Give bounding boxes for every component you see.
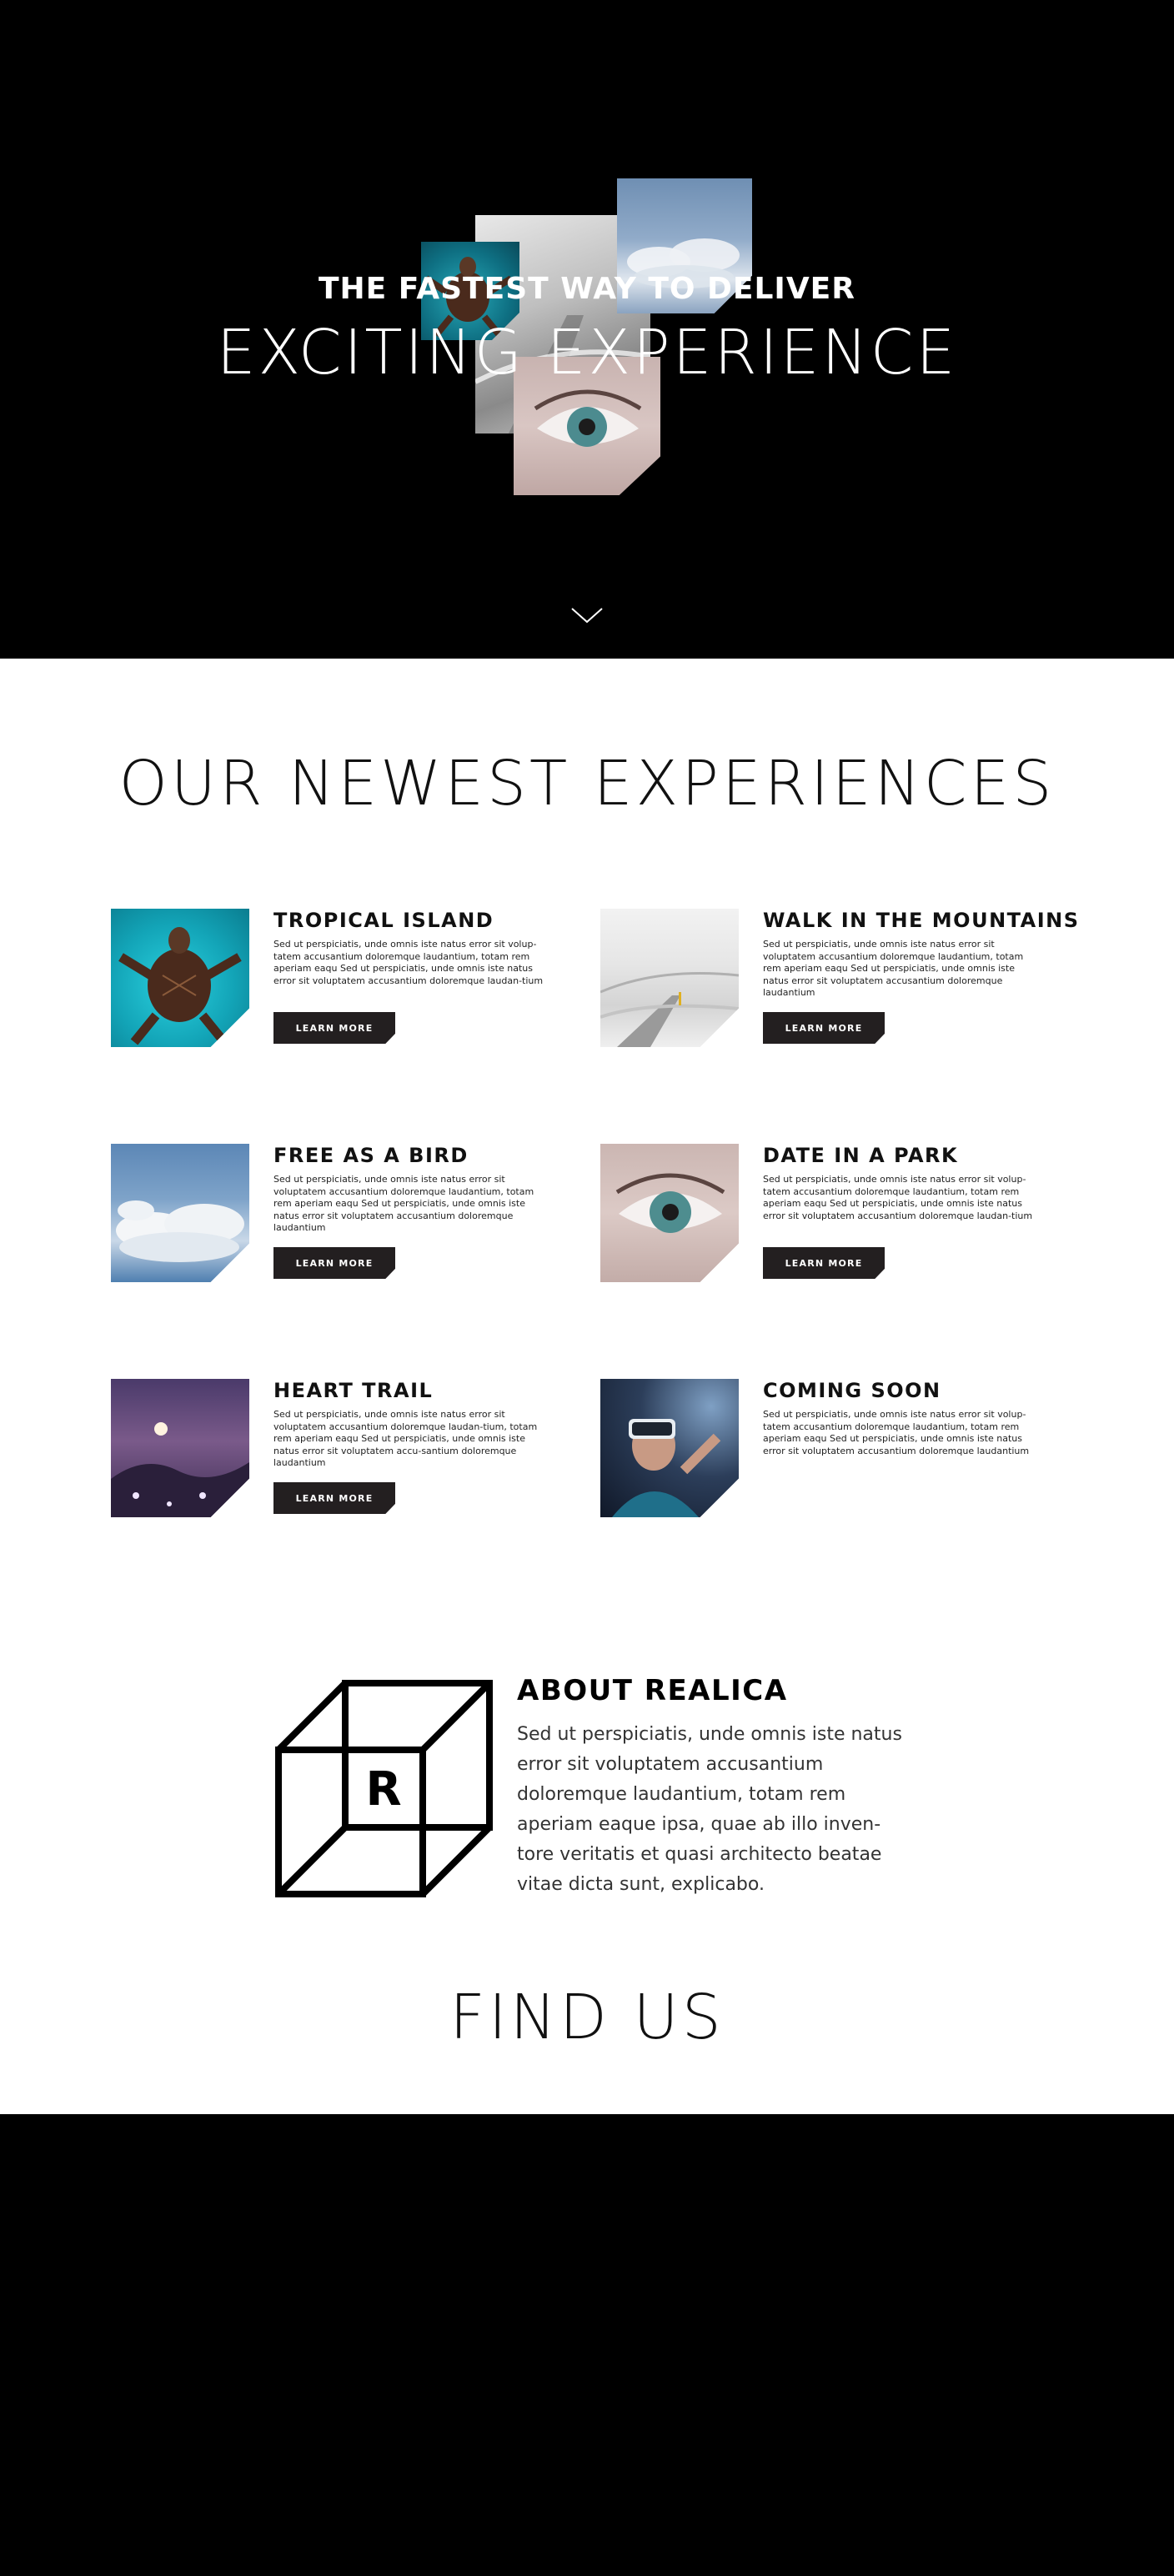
card-description: Sed ut perspiciatis, unde omnis iste nat… [763,1174,1033,1221]
experience-card: TROPICAL ISLAND Sed ut perspiciatis, und… [111,909,595,1050]
chevron-down-icon[interactable] [570,605,604,625]
hero-tagline: THE FASTEST WAY TO DELIVER [318,272,855,306]
moonlit-hills-image [111,1379,249,1517]
experience-card: DATE IN A PARK Sed ut perspiciatis, unde… [600,1144,1084,1285]
card-title: COMING SOON [763,1379,941,1402]
learn-more-button[interactable]: LEARN MORE [273,1482,395,1514]
learn-more-button[interactable]: LEARN MORE [763,1012,885,1044]
cube-logo-icon: R [273,1678,494,1899]
card-title: HEART TRAIL [273,1379,434,1402]
card-description: Sed ut perspiciatis, unde omnis iste nat… [763,1409,1030,1456]
eye-image [600,1144,739,1282]
learn-more-button[interactable]: LEARN MORE [763,1247,885,1279]
card-title: DATE IN A PARK [763,1144,959,1167]
card-description: Sed ut perspiciatis, unde omnis iste nat… [763,939,1024,998]
about-text: Sed ut perspiciatis, unde omnis iste nat… [517,1724,902,1895]
hero-section: THE FASTEST WAY TO DELIVER EXCITING EXPE… [0,0,1174,659]
find-us-map-area [0,2114,1174,2576]
newest-section-title: OUR NEWEST EXPERIENCES [118,748,1056,819]
learn-more-button[interactable]: LEARN MORE [273,1247,395,1279]
experience-card: WALK IN THE MOUNTAINS Sed ut perspiciati… [600,909,1084,1050]
card-description: Sed ut perspiciatis, unde omnis iste nat… [273,1409,538,1468]
learn-more-button[interactable]: LEARN MORE [273,1012,395,1044]
experience-card: HEART TRAIL Sed ut perspiciatis, unde om… [111,1379,595,1521]
snowy-road-image [600,909,739,1047]
logo-letter: R [365,1762,401,1817]
find-us-title: FIND US [449,1982,725,2053]
card-title: FREE AS A BIRD [273,1144,469,1167]
hero-headline: EXCITING EXPERIENCE [216,317,958,388]
card-description: Sed ut perspiciatis, unde omnis iste nat… [273,1174,534,1233]
clouds-image [111,1144,249,1282]
card-title: WALK IN THE MOUNTAINS [763,909,1080,932]
vr-headset-image [600,1379,739,1517]
sea-turtle-image [111,909,249,1047]
about-title: ABOUT REALICA [517,1674,788,1707]
experience-card: FREE AS A BIRD Sed ut perspiciatis, unde… [111,1144,595,1285]
card-description: Sed ut perspiciatis, unde omnis iste nat… [273,939,544,986]
experience-card: COMING SOON Sed ut perspiciatis, unde om… [600,1379,1084,1521]
card-title: TROPICAL ISLAND [273,909,494,932]
